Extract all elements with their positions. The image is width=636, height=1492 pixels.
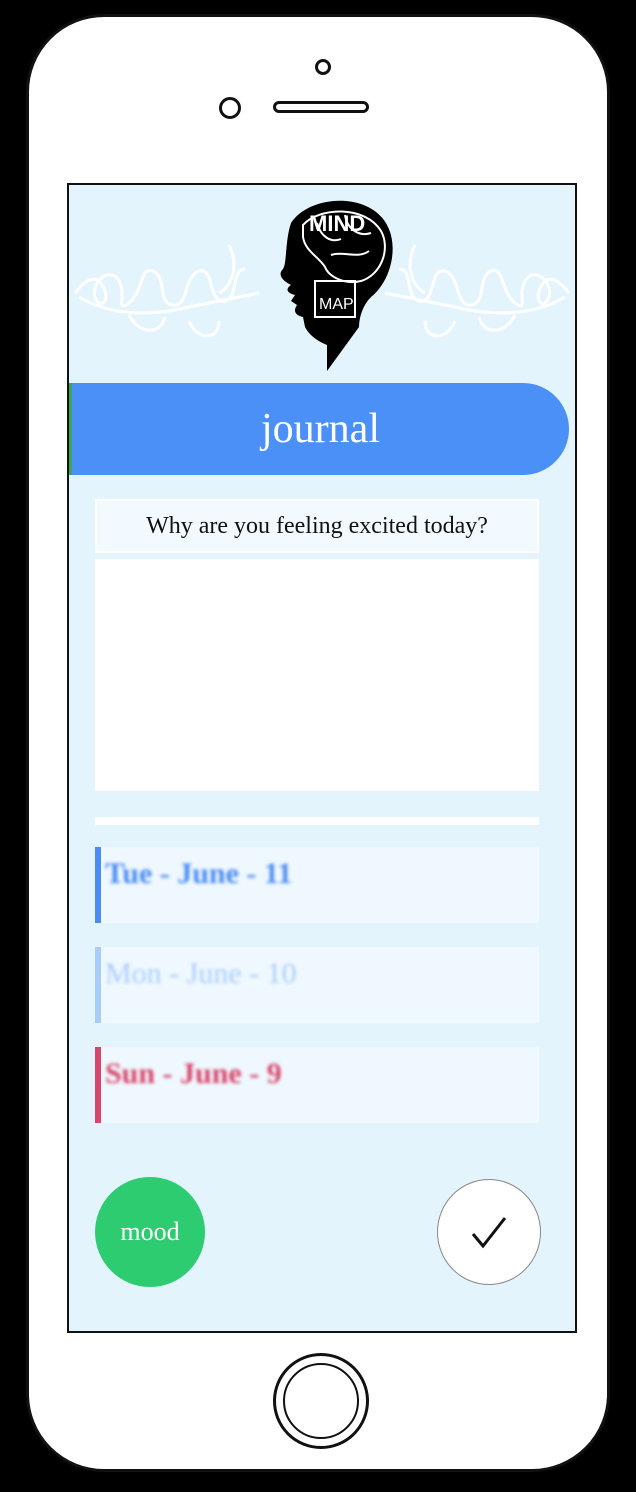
front-camera-icon: [315, 59, 331, 75]
check-icon: [471, 1217, 507, 1249]
page-title-banner: journal: [69, 383, 569, 475]
svg-text:MIND: MIND: [309, 211, 365, 236]
mind-map-logo: MAP MIND: [280, 200, 393, 371]
app-screen: MAP MIND journal Why are you feeling exc…: [67, 183, 577, 1333]
svg-text:MAP: MAP: [319, 296, 354, 313]
mood-button[interactable]: mood: [95, 1177, 205, 1287]
camera-icon: [219, 97, 241, 119]
entry-accent-bar: [95, 947, 101, 1023]
home-button[interactable]: [273, 1353, 369, 1449]
journal-prompt-text: Why are you feeling excited today?: [146, 512, 488, 539]
journal-entry-input[interactable]: [95, 559, 539, 791]
entry-accent-bar: [95, 1047, 101, 1123]
entry-accent-bar: [95, 847, 101, 923]
journal-entry-item[interactable]: Tue - June - 11: [95, 847, 539, 923]
submit-button[interactable]: [437, 1179, 541, 1285]
entry-date-label: Sun - June - 9: [105, 1057, 282, 1090]
page-title: journal: [261, 406, 380, 452]
journal-prompt: Why are you feeling excited today?: [95, 499, 539, 553]
journal-entry-item[interactable]: Mon - June - 10: [95, 947, 539, 1023]
entry-date-label: Mon - June - 10: [105, 957, 297, 990]
speaker-grill: [273, 101, 369, 113]
divider: [95, 817, 539, 825]
header-art: MAP MIND: [73, 200, 571, 371]
phone-frame: MAP MIND journal Why are you feeling exc…: [26, 14, 610, 1472]
entry-date-label: Tue - June - 11: [105, 857, 293, 890]
journal-entry-item[interactable]: Sun - June - 9: [95, 1047, 539, 1123]
